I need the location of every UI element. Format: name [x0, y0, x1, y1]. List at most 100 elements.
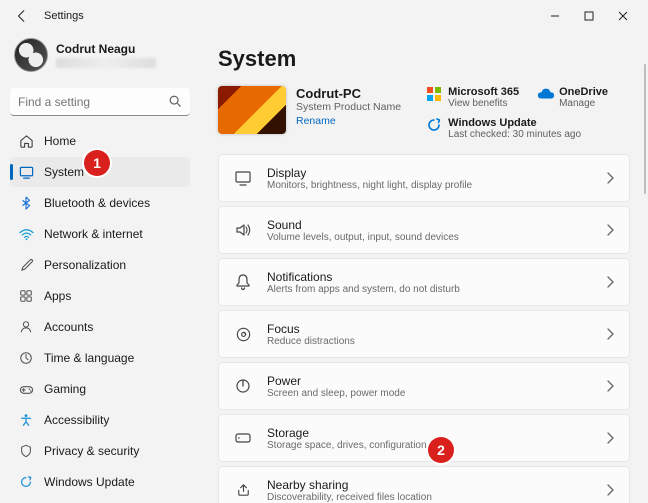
nav-accessibility[interactable]: Accessibility [10, 405, 190, 435]
notifications-card[interactable]: NotificationsAlerts from apps and system… [218, 258, 630, 306]
chevron-right-icon [605, 328, 615, 340]
scrollbar[interactable] [644, 64, 646, 194]
page-title: System [218, 46, 630, 72]
device-name: Codrut-PC [296, 86, 401, 101]
chevron-right-icon [605, 224, 615, 236]
system-icon [18, 165, 34, 180]
device-product: System Product Name [296, 101, 401, 113]
power-card[interactable]: PowerScreen and sleep, power mode [218, 362, 630, 410]
shield-icon [18, 444, 34, 458]
back-button[interactable] [8, 2, 36, 30]
card-title: Focus [267, 322, 605, 336]
onedrive-link[interactable]: OneDriveManage [537, 86, 630, 109]
nav-label: Time & language [44, 351, 134, 365]
nav-bluetooth[interactable]: Bluetooth & devices [10, 188, 190, 218]
chevron-right-icon [605, 276, 615, 288]
nav-time[interactable]: Time & language [10, 343, 190, 373]
chevron-right-icon [605, 432, 615, 444]
nav-label: Gaming [44, 382, 86, 396]
promo-sub: Manage [559, 98, 608, 109]
card-title: Notifications [267, 270, 605, 284]
nav-gaming[interactable]: Gaming [10, 374, 190, 404]
promo-sub: View benefits [448, 98, 519, 109]
title-bar: Settings [0, 0, 648, 32]
share-icon [233, 482, 253, 499]
clock-icon [18, 351, 34, 365]
card-sub: Monitors, brightness, night light, displ… [267, 180, 605, 191]
arrow-left-icon [15, 9, 29, 23]
focus-card[interactable]: FocusReduce distractions [218, 310, 630, 358]
nav-label: Home [44, 134, 76, 148]
microsoft-365-link[interactable]: Microsoft 365View benefits [426, 86, 519, 109]
search-icon [168, 94, 182, 108]
microsoft-365-icon [426, 86, 442, 102]
nav-apps[interactable]: Apps [10, 281, 190, 311]
promo-title: Windows Update [448, 117, 581, 129]
nav-personalization[interactable]: Personalization [10, 250, 190, 280]
wifi-icon [18, 227, 34, 242]
desktop-wallpaper-thumb [218, 86, 286, 134]
main-content: System Codrut-PC System Product Name Ren… [200, 32, 648, 503]
display-card[interactable]: DisplayMonitors, brightness, night light… [218, 154, 630, 202]
card-sub: Alerts from apps and system, do not dist… [267, 284, 605, 295]
nav-privacy[interactable]: Privacy & security [10, 436, 190, 466]
promo-title: OneDrive [559, 86, 608, 98]
card-sub: Discoverability, received files location [267, 492, 605, 503]
nearby-sharing-card[interactable]: Nearby sharingDiscoverability, received … [218, 466, 630, 503]
user-email-redacted [56, 58, 156, 68]
storage-icon [233, 431, 253, 445]
card-title: Power [267, 374, 605, 388]
nav-label: Accessibility [44, 413, 109, 427]
nav-label: Apps [44, 289, 71, 303]
chevron-right-icon [605, 172, 615, 184]
update-icon [426, 117, 442, 133]
promo-sub: Last checked: 30 minutes ago [448, 129, 581, 140]
nav-network[interactable]: Network & internet [10, 219, 190, 249]
minimize-button[interactable] [538, 2, 572, 30]
storage-card[interactable]: StorageStorage space, drives, configurat… [218, 414, 630, 462]
maximize-button[interactable] [572, 2, 606, 30]
close-icon [618, 11, 628, 21]
paint-icon [18, 258, 34, 273]
nav-accounts[interactable]: Accounts [10, 312, 190, 342]
promo-title: Microsoft 365 [448, 86, 519, 98]
nav-label: Windows Update [44, 475, 135, 489]
bluetooth-icon [18, 196, 34, 210]
search-input[interactable] [10, 88, 190, 116]
nav-label: Network & internet [44, 227, 143, 241]
nav-label: System [44, 165, 84, 179]
apps-icon [18, 289, 34, 303]
sidebar: Codrut Neagu Home System Bluetooth & dev… [0, 32, 200, 503]
annotation-2: 2 [428, 437, 454, 463]
card-sub: Volume levels, output, input, sound devi… [267, 232, 605, 243]
sound-card[interactable]: SoundVolume levels, output, input, sound… [218, 206, 630, 254]
maximize-icon [584, 11, 594, 21]
card-title: Display [267, 166, 605, 180]
bell-icon [233, 273, 253, 291]
user-name: Codrut Neagu [56, 42, 156, 56]
card-sub: Screen and sleep, power mode [267, 388, 605, 399]
onedrive-icon [537, 86, 553, 102]
gaming-icon [18, 382, 34, 397]
home-icon [18, 134, 34, 149]
card-title: Nearby sharing [267, 478, 605, 492]
nav-update[interactable]: Windows Update [10, 467, 190, 497]
minimize-icon [550, 11, 560, 21]
nav-label: Bluetooth & devices [44, 196, 150, 210]
rename-link[interactable]: Rename [296, 115, 336, 127]
window-title: Settings [44, 10, 84, 22]
device-card[interactable]: Codrut-PC System Product Name Rename [218, 86, 401, 134]
windows-update-link[interactable]: Windows UpdateLast checked: 30 minutes a… [426, 117, 630, 140]
nav-label: Personalization [44, 258, 126, 272]
close-button[interactable] [606, 2, 640, 30]
annotation-1: 1 [84, 150, 110, 176]
nav-label: Accounts [44, 320, 93, 334]
sound-icon [233, 221, 253, 239]
chevron-right-icon [605, 380, 615, 392]
focus-icon [233, 326, 253, 343]
user-account-button[interactable]: Codrut Neagu [10, 32, 190, 82]
card-title: Sound [267, 218, 605, 232]
card-sub: Reduce distractions [267, 336, 605, 347]
window-controls [538, 2, 640, 30]
power-icon [233, 378, 253, 394]
